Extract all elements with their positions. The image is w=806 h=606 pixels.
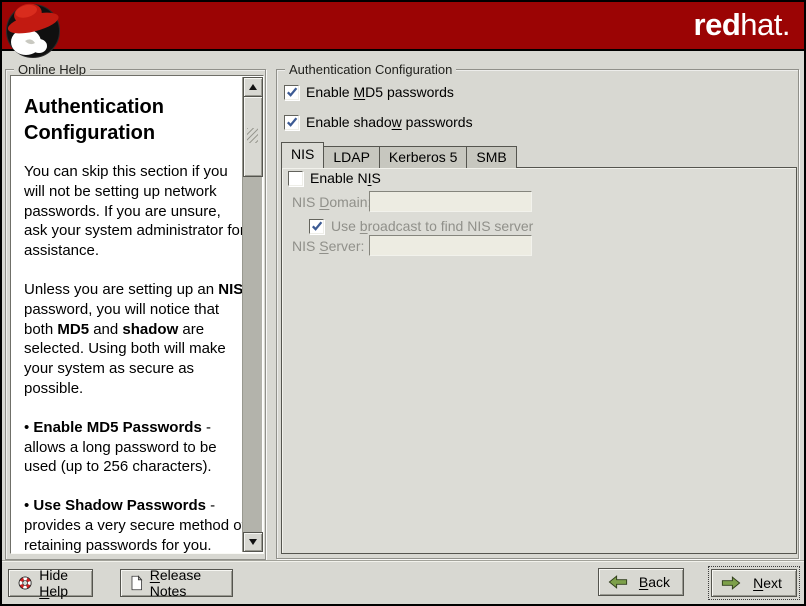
label-segment: Enable shado <box>306 114 392 130</box>
checkmark-icon <box>311 220 323 232</box>
label-segment: ack <box>648 574 670 590</box>
label-segment: S <box>371 170 380 186</box>
nis-server-input <box>369 235 532 256</box>
footer-separator <box>2 560 804 562</box>
auth-config-frame-label: Authentication Configuration <box>285 62 456 77</box>
checkmark-icon <box>286 116 298 128</box>
label-segment: Enable <box>306 84 353 100</box>
help-text: Authentication Configuration You can ski… <box>11 76 246 554</box>
shadow-row: Enable shadow passwords <box>284 114 473 130</box>
nis-server-row: NIS Server: <box>292 235 532 256</box>
nis-server-label: NIS Server: <box>292 238 362 254</box>
label-segment: H <box>39 583 49 599</box>
checkmark-icon <box>286 86 298 98</box>
help-scrollbar[interactable] <box>242 77 262 552</box>
redhat-shadowman-logo-icon <box>5 2 61 63</box>
enable-nis-label[interactable]: Enable NIS <box>310 170 381 186</box>
label-segment: Use <box>331 218 360 234</box>
nis-domain-input <box>369 191 532 212</box>
brand-bold: red <box>694 7 741 42</box>
back-button[interactable]: Back <box>598 568 684 596</box>
enable-nis-checkbox[interactable] <box>288 171 303 186</box>
text-segment: and <box>89 321 122 338</box>
label-segment: M <box>353 84 365 100</box>
scrollbar-thumb[interactable] <box>243 96 263 177</box>
back-arrow-icon <box>608 574 628 590</box>
next-button[interactable]: Next <box>711 569 797 597</box>
text-segment: Unless you are setting up an <box>24 281 218 298</box>
text-segment: • <box>24 419 33 436</box>
label-segment: NIS <box>292 238 319 254</box>
md5-row: Enable MD5 passwords <box>284 84 454 100</box>
auth-tabbar: NIS LDAP Kerberos 5 SMB <box>281 144 516 168</box>
help-paragraph: You can skip this section if you will no… <box>24 162 246 261</box>
lifebuoy-icon <box>18 573 32 593</box>
scroll-down-icon <box>249 539 257 545</box>
text-segment: MD5 <box>57 321 89 338</box>
nis-tab-page: Enable NIS NIS Domain: Use broadcast to … <box>281 167 797 554</box>
md5-checkbox[interactable] <box>284 85 299 100</box>
label-segment: D <box>319 194 329 210</box>
label-segment: elp <box>49 583 68 599</box>
hide-help-label: Hide Help <box>39 567 83 599</box>
enable-nis-row: Enable NIS <box>288 170 381 186</box>
label-segment: N <box>753 575 763 591</box>
tab-kerberos5[interactable]: Kerberos 5 <box>379 146 467 168</box>
redhat-wordmark: redhat. <box>694 7 790 43</box>
broadcast-row: Use broadcast to find NIS server <box>309 218 533 234</box>
next-arrow-icon <box>721 575 741 591</box>
md5-checkbox-label[interactable]: Enable MD5 passwords <box>306 84 454 100</box>
text-segment: Enable MD5 Passwords <box>33 419 201 436</box>
label-segment: passwords <box>402 114 473 130</box>
label-segment: B <box>639 574 648 590</box>
label-segment: S <box>319 238 328 254</box>
text-segment: Use Shadow Passwords <box>33 497 206 514</box>
brand-regular: hat. <box>740 7 790 42</box>
hide-help-button[interactable]: Hide Help <box>8 569 93 597</box>
label-segment: omain: <box>329 194 371 210</box>
label-segment: ext <box>763 575 782 591</box>
help-bullet: • Use Shadow Passwords - provides a very… <box>24 496 246 554</box>
nis-domain-row: NIS Domain: <box>292 191 532 212</box>
release-notes-label: Release Notes <box>150 567 223 599</box>
label-segment: R <box>150 567 160 583</box>
label-segment: erver: <box>329 238 365 254</box>
scroll-down-button[interactable] <box>243 532 263 552</box>
next-button-focus-ring: Next <box>708 566 800 600</box>
label-segment: roadcast to find NIS server <box>368 218 534 234</box>
broadcast-label: Use broadcast to find NIS server <box>331 218 533 234</box>
help-viewport: Authentication Configuration You can ski… <box>10 75 264 554</box>
release-notes-button[interactable]: Release Notes <box>120 569 233 597</box>
help-paragraph: Unless you are setting up an NIS passwor… <box>24 280 246 399</box>
label-segment: D5 passwords <box>365 84 454 100</box>
text-segment: • <box>24 497 33 514</box>
label-segment: Hide <box>39 567 68 583</box>
back-label: Back <box>635 574 674 590</box>
shadow-checkbox-label[interactable]: Enable shadow passwords <box>306 114 473 130</box>
broadcast-checkbox <box>309 219 324 234</box>
tab-smb[interactable]: SMB <box>466 146 516 168</box>
label-segment: Enable N <box>310 170 368 186</box>
label-segment: w <box>392 114 402 130</box>
help-bullet: • Enable MD5 Passwords - allows a long p… <box>24 418 246 477</box>
next-label: Next <box>748 575 787 591</box>
tab-nis[interactable]: NIS <box>281 142 324 168</box>
help-title: Authentication Configuration <box>24 94 246 146</box>
text-segment: shadow <box>122 321 178 338</box>
tab-ldap[interactable]: LDAP <box>323 146 380 168</box>
label-segment: NIS <box>292 194 319 210</box>
thumb-grip-icon <box>247 128 258 143</box>
scroll-up-button[interactable] <box>243 77 263 97</box>
scroll-up-icon <box>249 84 257 90</box>
text-segment: NIS <box>218 281 243 298</box>
header-bar <box>2 2 804 49</box>
label-segment: b <box>360 218 368 234</box>
document-icon <box>130 573 143 593</box>
shadow-checkbox[interactable] <box>284 115 299 130</box>
nis-domain-label: NIS Domain: <box>292 194 362 210</box>
